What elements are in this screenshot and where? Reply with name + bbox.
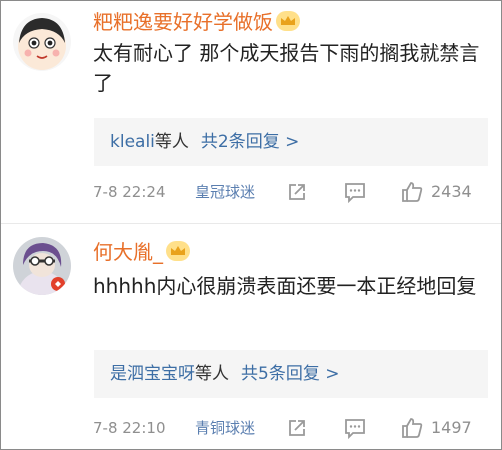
crown-icon: [276, 11, 300, 31]
comment-icon[interactable]: [343, 416, 367, 440]
share-icon[interactable]: [285, 416, 309, 440]
username[interactable]: 粑粑逸要好好学做饭: [93, 6, 300, 35]
comment-meta: 7-8 22:10 青铜球迷 1497: [93, 416, 493, 440]
comment-icon[interactable]: [343, 180, 367, 204]
comment-item: 粑粑逸要好好学做饭 太有耐心了 那个成天报告下雨的搁我就禁言了 kleali等人…: [1, 1, 501, 223]
username-text[interactable]: 粑粑逸要好好学做饭: [93, 10, 273, 34]
reply-suffix: 等人: [154, 132, 189, 152]
comment-text: 太有耐心了 那个成天报告下雨的搁我就禁言了: [93, 41, 480, 95]
reply-count-link[interactable]: 共2条回复 >: [201, 132, 299, 152]
reply-users[interactable]: kleali: [110, 132, 155, 152]
username-text[interactable]: 何大胤_: [93, 240, 163, 264]
share-icon[interactable]: [285, 180, 309, 204]
like-icon[interactable]: [400, 180, 424, 204]
reply-suffix: 等人: [195, 364, 229, 384]
username[interactable]: 何大胤_: [93, 236, 190, 265]
avatar[interactable]: [13, 237, 71, 295]
fan-badge[interactable]: 皇冠球迷: [195, 180, 255, 204]
comment-time: 7-8 22:10: [93, 419, 166, 437]
reply-summary[interactable]: kleali等人 共2条回复 >: [94, 118, 488, 166]
reply-summary[interactable]: 是泗宝宝呀等人 共5条回复 >: [94, 350, 488, 398]
comment-list: 粑粑逸要好好学做饭 太有耐心了 那个成天报告下雨的搁我就禁言了 kleali等人…: [0, 0, 502, 450]
avatar[interactable]: [13, 13, 71, 71]
reply-users[interactable]: 是泗宝宝呀: [110, 364, 195, 384]
like-icon[interactable]: [400, 416, 424, 440]
comment-time: 7-8 22:24: [93, 183, 166, 201]
like-count: 2434: [431, 182, 472, 201]
comment-meta: 7-8 22:24 皇冠球迷 2434: [93, 180, 493, 204]
comment-item: 何大胤_ hhhhh内心很崩溃表面还要一本正经地回复 是泗宝宝呀等人 共5条回复 …: [1, 224, 501, 449]
reply-count-link[interactable]: 共5条回复 >: [241, 364, 339, 384]
fan-badge[interactable]: 青铜球迷: [195, 416, 255, 440]
like-count: 1497: [431, 418, 472, 437]
crown-icon: [166, 241, 190, 261]
comment-text: hhhhh内心很崩溃表面还要一本正经地回复: [93, 274, 477, 298]
